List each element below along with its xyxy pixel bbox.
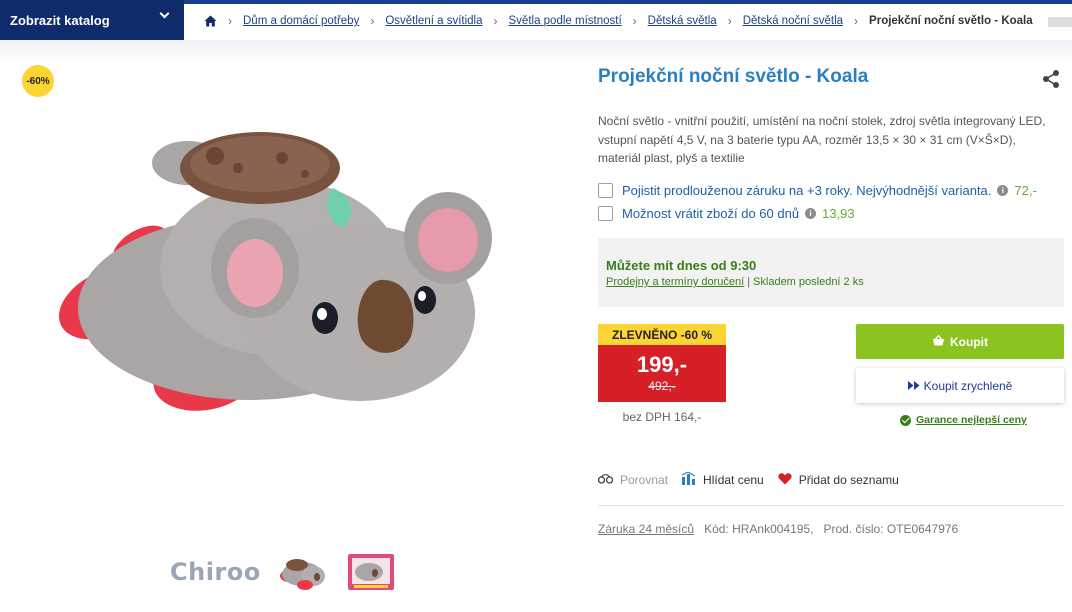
guarantee-label[interactable]: Garance nejlepší ceny bbox=[916, 414, 1027, 426]
header-shadow bbox=[0, 40, 1072, 62]
current-price: 199,- bbox=[636, 352, 688, 377]
buy-button[interactable]: Koupit bbox=[856, 324, 1064, 359]
share-icon[interactable] bbox=[1040, 68, 1062, 90]
sale-tag: ZLEVNĚNO -60 % bbox=[598, 324, 726, 345]
extended-warranty-price: 72,- bbox=[1014, 183, 1037, 198]
koala-plush-product-image[interactable] bbox=[50, 128, 500, 428]
header-overflow-placeholder bbox=[1048, 17, 1072, 27]
breadcrumb-current: Projekční noční světlo - Koala bbox=[869, 15, 1033, 27]
image-thumbnails: Chiroo bbox=[170, 552, 397, 592]
basket-icon bbox=[932, 334, 945, 349]
old-price: 492,- bbox=[648, 379, 676, 393]
info-icon[interactable]: i bbox=[805, 208, 817, 219]
breadcrumb-link[interactable]: Světla podle místností bbox=[509, 15, 622, 27]
chevron-down-icon bbox=[159, 8, 170, 19]
catalog-button[interactable]: Zobrazit katalog bbox=[0, 0, 184, 40]
quick-buy-button[interactable]: Koupit zrychleně bbox=[856, 368, 1064, 403]
quick-buy-label: Koupit zrychleně bbox=[923, 378, 1013, 393]
availability-box: Můžete mít dnes od 9:30 Prodejny a termí… bbox=[598, 238, 1064, 307]
breadcrumb-link[interactable]: Osvětlení a svítidla bbox=[385, 15, 482, 27]
breadcrumb-link[interactable]: Dětská noční světla bbox=[743, 15, 843, 27]
breadcrumb: › Dům a domácí potřeby › Osvětlení a sví… bbox=[204, 14, 1033, 28]
fast-forward-icon bbox=[907, 379, 920, 393]
extended-warranty-label[interactable]: Pojistit prodlouženou záruku na +3 roky.… bbox=[622, 183, 991, 198]
return-option-checkbox[interactable] bbox=[598, 206, 613, 221]
home-icon[interactable] bbox=[204, 15, 217, 27]
breadcrumb-separator: › bbox=[493, 14, 498, 28]
return-option-price: 13,93 bbox=[822, 206, 855, 221]
discount-badge: -60% bbox=[22, 65, 54, 97]
divider bbox=[598, 505, 1064, 506]
catalog-label: Zobrazit katalog bbox=[10, 12, 110, 28]
breadcrumb-separator: › bbox=[727, 14, 732, 28]
extended-warranty-option[interactable]: Pojistit prodlouženou záruku na +3 roky.… bbox=[598, 183, 1037, 198]
price-box: 199,- 492,- bbox=[598, 345, 726, 402]
product-code: Kód: HRAnk004195, bbox=[704, 522, 814, 536]
return-option-label[interactable]: Možnost vrátit zboží do 60 dnů bbox=[622, 206, 799, 221]
product-actions: Porovnat Hlídat cenu Přidat do seznamu bbox=[597, 471, 913, 488]
top-accent-line bbox=[184, 0, 1072, 4]
stores-delivery-link[interactable]: Prodejny a termíny doručení bbox=[606, 276, 744, 288]
breadcrumb-separator: › bbox=[228, 14, 232, 28]
breadcrumb-link[interactable]: Dům a domácí potřeby bbox=[243, 15, 359, 27]
buy-label: Koupit bbox=[950, 334, 988, 349]
heart-icon bbox=[778, 472, 792, 488]
product-number: Prod. číslo: OTE0647976 bbox=[823, 522, 959, 536]
thumbnail-product-box[interactable] bbox=[345, 552, 397, 592]
warranty-link[interactable]: Záruka 24 měsíců bbox=[598, 522, 694, 536]
availability-headline: Můžete mít dnes od 9:30 bbox=[606, 258, 757, 273]
watch-price-action[interactable]: Hlídat cenu bbox=[681, 471, 764, 488]
price-without-vat: bez DPH 164,- bbox=[622, 410, 702, 424]
compare-icon bbox=[597, 473, 614, 487]
thumbnail-koala-plush[interactable] bbox=[277, 552, 329, 592]
price-chart-icon bbox=[681, 471, 696, 488]
info-icon[interactable]: i bbox=[997, 185, 1009, 196]
stock-status: Skladem poslední 2 ks bbox=[753, 276, 864, 288]
product-meta: Záruka 24 měsíců Kód: HRAnk004195, Prod.… bbox=[598, 522, 958, 536]
return-option[interactable]: Možnost vrátit zboží do 60 dnů i 13,93 bbox=[598, 206, 855, 221]
separator: | bbox=[747, 276, 751, 288]
product-title: Projekční noční světlo - Koala bbox=[598, 66, 869, 87]
top-bar: Zobrazit katalog › Dům a domácí potřeby … bbox=[0, 0, 1072, 40]
breadcrumb-separator: › bbox=[854, 14, 859, 28]
check-circle-icon bbox=[900, 414, 911, 426]
availability-details: Prodejny a termíny doručení | Skladem posl… bbox=[606, 276, 1064, 288]
brand-logo[interactable]: Chiroo bbox=[170, 558, 261, 586]
compare-action[interactable]: Porovnat bbox=[597, 473, 669, 487]
breadcrumb-link[interactable]: Dětská světla bbox=[648, 15, 717, 27]
wishlist-action[interactable]: Přidat do seznamu bbox=[778, 472, 899, 488]
breadcrumb-separator: › bbox=[632, 14, 637, 28]
product-description: Noční světlo - vnitřní použití, umístění… bbox=[598, 114, 1046, 165]
watch-price-label: Hlídat cenu bbox=[703, 473, 764, 487]
breadcrumb-separator: › bbox=[370, 14, 375, 28]
compare-label: Porovnat bbox=[620, 473, 669, 487]
extended-warranty-checkbox[interactable] bbox=[598, 183, 613, 198]
best-price-guarantee[interactable]: Garance nejlepší ceny bbox=[900, 414, 1027, 426]
wishlist-label: Přidat do seznamu bbox=[798, 473, 899, 487]
